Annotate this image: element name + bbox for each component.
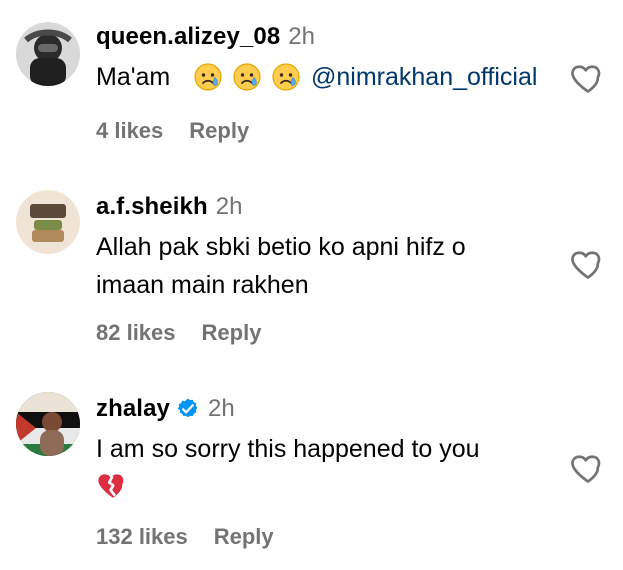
avatar[interactable] bbox=[16, 392, 80, 456]
comment-header: queen.alizey_08 2h bbox=[96, 20, 556, 54]
comment-text-line: I am so sorry this happened to you bbox=[96, 435, 480, 463]
like-heart-icon[interactable] bbox=[570, 450, 606, 486]
verified-badge-icon bbox=[176, 397, 200, 421]
like-heart-icon[interactable] bbox=[570, 246, 606, 282]
comment-meta: 132 likes Reply bbox=[96, 524, 274, 550]
heart-outline-icon bbox=[571, 251, 601, 279]
heart-outline-icon bbox=[571, 455, 601, 483]
broken-heart-emoji bbox=[98, 474, 124, 498]
crying-face-emoji bbox=[272, 63, 300, 91]
avatar-image bbox=[16, 190, 80, 254]
comment-header: zhalay 2h bbox=[96, 392, 556, 426]
avatar[interactable] bbox=[16, 190, 80, 254]
comment-1: queen.alizey_08 2h Ma'am @nimrakhan_offi… bbox=[0, 0, 623, 190]
comment-emoji-line bbox=[96, 468, 556, 507]
avatar-image bbox=[16, 392, 80, 456]
comment-text: I am so sorry this happened to you bbox=[96, 430, 556, 507]
likes-count[interactable]: 132 likes bbox=[96, 524, 188, 550]
reply-button[interactable]: Reply bbox=[214, 524, 274, 550]
timestamp[interactable]: 2h bbox=[288, 23, 315, 51]
username[interactable]: queen.alizey_08 bbox=[96, 23, 280, 51]
comment-text: Ma'am @nimrakhan_official bbox=[96, 58, 556, 96]
comment-text: Allah pak sbki betio ko apni hifz o imaa… bbox=[96, 228, 556, 304]
crying-face-emoji bbox=[194, 63, 222, 91]
username[interactable]: zhalay bbox=[96, 395, 170, 423]
like-heart-icon[interactable] bbox=[570, 60, 606, 96]
heart-outline-icon bbox=[571, 65, 601, 93]
mention-link[interactable]: @nimrakhan_official bbox=[311, 63, 537, 91]
reply-button[interactable]: Reply bbox=[189, 118, 249, 144]
comment-body: a.f.sheikh 2h Allah pak sbki betio ko ap… bbox=[96, 190, 556, 304]
timestamp[interactable]: 2h bbox=[216, 193, 243, 221]
reply-button[interactable]: Reply bbox=[202, 320, 262, 346]
avatar-image bbox=[16, 22, 80, 86]
comment-text-prefix: Ma'am bbox=[96, 63, 171, 91]
username[interactable]: a.f.sheikh bbox=[96, 193, 208, 221]
comment-meta: 4 likes Reply bbox=[96, 118, 249, 144]
comment-3: zhalay 2h I am so sorry this happened to… bbox=[0, 392, 623, 570]
crying-face-emoji bbox=[233, 63, 261, 91]
comment-text-line: Allah pak sbki betio ko apni hifz o bbox=[96, 233, 466, 261]
likes-count[interactable]: 4 likes bbox=[96, 118, 163, 144]
avatar[interactable] bbox=[16, 22, 80, 86]
comment-text-line: imaan main rakhen bbox=[96, 271, 309, 299]
likes-count[interactable]: 82 likes bbox=[96, 320, 176, 346]
verified-badge-icon-svg bbox=[177, 398, 198, 418]
comment-header: a.f.sheikh 2h bbox=[96, 190, 556, 224]
timestamp[interactable]: 2h bbox=[208, 395, 235, 423]
comment-meta: 82 likes Reply bbox=[96, 320, 261, 346]
comment-body: zhalay 2h I am so sorry this happened to… bbox=[96, 392, 556, 507]
comment-2: a.f.sheikh 2h Allah pak sbki betio ko ap… bbox=[0, 190, 623, 390]
comment-body: queen.alizey_08 2h Ma'am @nimrakhan_offi… bbox=[96, 20, 556, 96]
